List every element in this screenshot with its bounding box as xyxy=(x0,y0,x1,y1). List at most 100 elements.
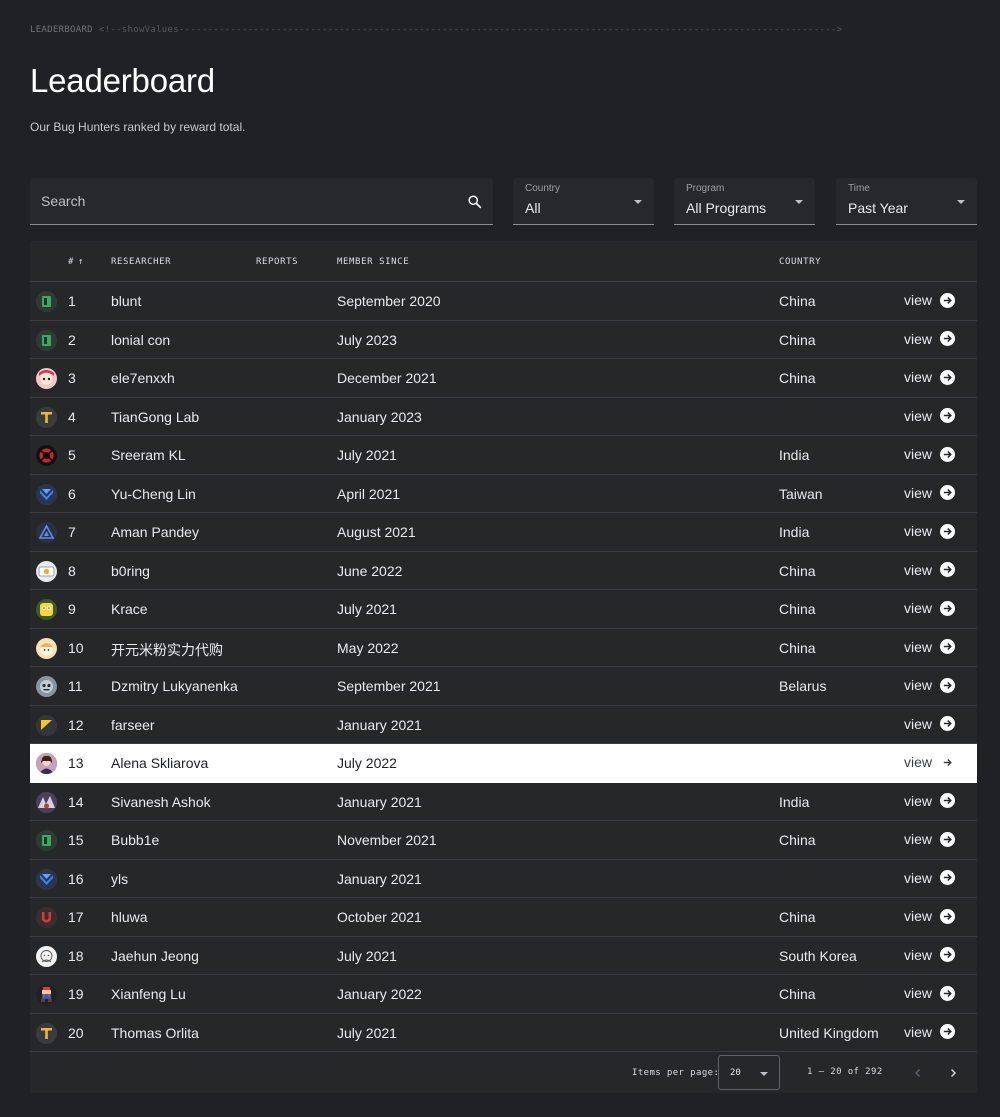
arrow-right-icon xyxy=(940,369,956,385)
program-select-value: All Programs xyxy=(686,200,767,216)
researcher-name: Alena Skliarova xyxy=(111,755,209,771)
arrow-right-icon xyxy=(940,716,956,731)
view-profile-link[interactable]: view xyxy=(904,523,956,539)
rank-column-header[interactable]: # ↑ xyxy=(68,257,84,267)
rank-cell: 4 xyxy=(68,408,76,425)
yellow-t-avatar xyxy=(36,1022,57,1044)
view-label: view xyxy=(904,330,933,347)
grey-face-avatar xyxy=(36,676,57,697)
country-cell: China xyxy=(779,601,816,617)
table-row: 19 Xianfeng Lu January 2022 China view xyxy=(30,975,977,1014)
view-profile-link[interactable]: view xyxy=(904,908,956,924)
breadcrumb: LEADERBOARD <!--showValues--------------… xyxy=(30,25,978,35)
arrow-right-icon xyxy=(940,755,955,770)
arrow-right-icon xyxy=(940,985,956,1001)
view-profile-link[interactable]: view xyxy=(904,793,956,809)
table-row: 14 Sivanesh Ashok January 2021 India view xyxy=(30,783,977,821)
view-profile-link[interactable]: view xyxy=(904,408,956,424)
green-square-avatar xyxy=(36,291,57,312)
table-row: 9 Krace July 2021 China view xyxy=(30,590,977,629)
rank-cell: 17 xyxy=(68,909,84,925)
view-profile-link[interactable]: view xyxy=(904,330,956,347)
rank-cell: 8 xyxy=(68,562,76,579)
yellow-flag-avatar xyxy=(36,714,57,736)
view-profile-link[interactable]: view xyxy=(904,677,956,693)
view-profile-link[interactable]: view xyxy=(904,754,955,770)
country-cell: India xyxy=(779,793,810,810)
previous-page-button[interactable] xyxy=(908,1063,928,1083)
view-profile-link[interactable]: view xyxy=(904,985,956,1001)
arrow-right-icon xyxy=(940,793,956,808)
view-profile-link[interactable]: view xyxy=(904,947,956,963)
table-header: # ↑ RESEARCHER REPORTS MEMBER SINCE COUNT… xyxy=(30,241,977,282)
country-cell: South Korea xyxy=(779,947,857,964)
arrow-right-icon xyxy=(940,908,956,924)
view-profile-link[interactable]: view xyxy=(904,446,956,462)
view-profile-link[interactable]: view xyxy=(904,716,956,732)
view-profile-link[interactable]: view xyxy=(904,369,956,385)
arrow-right-icon xyxy=(940,677,956,693)
researcher-name: Yu-Cheng Lin xyxy=(111,485,196,502)
table-row: 6 Yu-Cheng Lin April 2021 Taiwan view xyxy=(30,475,977,513)
researcher-column-header: RESEARCHER xyxy=(111,257,172,267)
view-profile-link[interactable]: view xyxy=(904,1023,956,1040)
chevron-down-icon xyxy=(760,1072,768,1076)
researcher-name: Krace xyxy=(111,601,148,617)
view-label: view xyxy=(904,369,933,385)
mario-avatar xyxy=(36,984,57,1005)
search-icon[interactable] xyxy=(467,194,482,209)
view-label: view xyxy=(904,638,933,655)
arrow-right-icon xyxy=(940,600,956,616)
table-row: 13 Alena Skliarova July 2022 view xyxy=(30,744,977,783)
country-cell: China xyxy=(779,562,816,579)
member-since-cell: November 2021 xyxy=(337,832,437,848)
view-label: view xyxy=(904,523,933,539)
leaderboard-table: # ↑ RESEARCHER REPORTS MEMBER SINCE COUNT… xyxy=(30,241,977,1093)
researcher-name: Sivanesh Ashok xyxy=(111,793,211,810)
view-label: view xyxy=(904,1023,933,1040)
white-card-avatar xyxy=(36,560,57,582)
items-per-page-select[interactable]: 20 xyxy=(718,1055,780,1090)
arrow-right-icon xyxy=(940,947,956,962)
member-since-cell: July 2021 xyxy=(337,601,397,617)
page-subtitle: Our Bug Hunters ranked by reward total. xyxy=(30,120,246,134)
next-page-button[interactable] xyxy=(943,1063,963,1083)
arrow-right-icon xyxy=(940,523,956,539)
arrow-right-icon xyxy=(940,870,956,885)
page-title: Leaderboard xyxy=(30,62,215,99)
view-label: view xyxy=(904,484,933,501)
member-since-cell: July 2022 xyxy=(337,755,397,771)
search-input[interactable] xyxy=(30,178,493,224)
member-since-column-header: MEMBER SINCE xyxy=(337,257,410,267)
country-select-label: Country xyxy=(525,183,561,194)
time-select[interactable]: Time Past Year xyxy=(836,178,977,225)
country-cell: China xyxy=(779,331,816,348)
country-select[interactable]: Country All xyxy=(513,178,654,225)
view-profile-link[interactable]: view xyxy=(904,562,956,578)
country-cell: China xyxy=(779,832,816,848)
view-profile-link[interactable]: view xyxy=(904,831,956,847)
rank-cell: 14 xyxy=(68,793,84,810)
table-row: 2 lonial con July 2023 China view xyxy=(30,321,977,359)
cartoon-avatar xyxy=(36,637,57,659)
view-profile-link[interactable]: view xyxy=(904,870,956,886)
member-since-cell: July 2021 xyxy=(337,1024,397,1041)
view-profile-link[interactable]: view xyxy=(904,292,956,308)
view-profile-link[interactable]: view xyxy=(904,600,956,616)
view-profile-link[interactable]: view xyxy=(904,638,956,655)
researcher-name: TianGong Lab xyxy=(111,408,200,425)
red-u-avatar xyxy=(36,907,57,928)
member-since-cell: October 2021 xyxy=(337,909,422,925)
program-select[interactable]: Program All Programs xyxy=(674,178,815,225)
red-black-avatar xyxy=(36,445,57,466)
items-per-page-value: 20 xyxy=(730,1068,741,1078)
rank-cell: 5 xyxy=(68,447,76,463)
arrow-right-icon xyxy=(940,1024,956,1039)
view-profile-link[interactable]: view xyxy=(904,484,956,501)
green-square-avatar xyxy=(36,830,57,851)
country-cell: China xyxy=(779,293,816,309)
view-label: view xyxy=(904,446,933,462)
reports-column-header: REPORTS xyxy=(256,257,299,267)
country-select-value: All xyxy=(525,200,541,216)
country-cell: China xyxy=(779,909,816,925)
